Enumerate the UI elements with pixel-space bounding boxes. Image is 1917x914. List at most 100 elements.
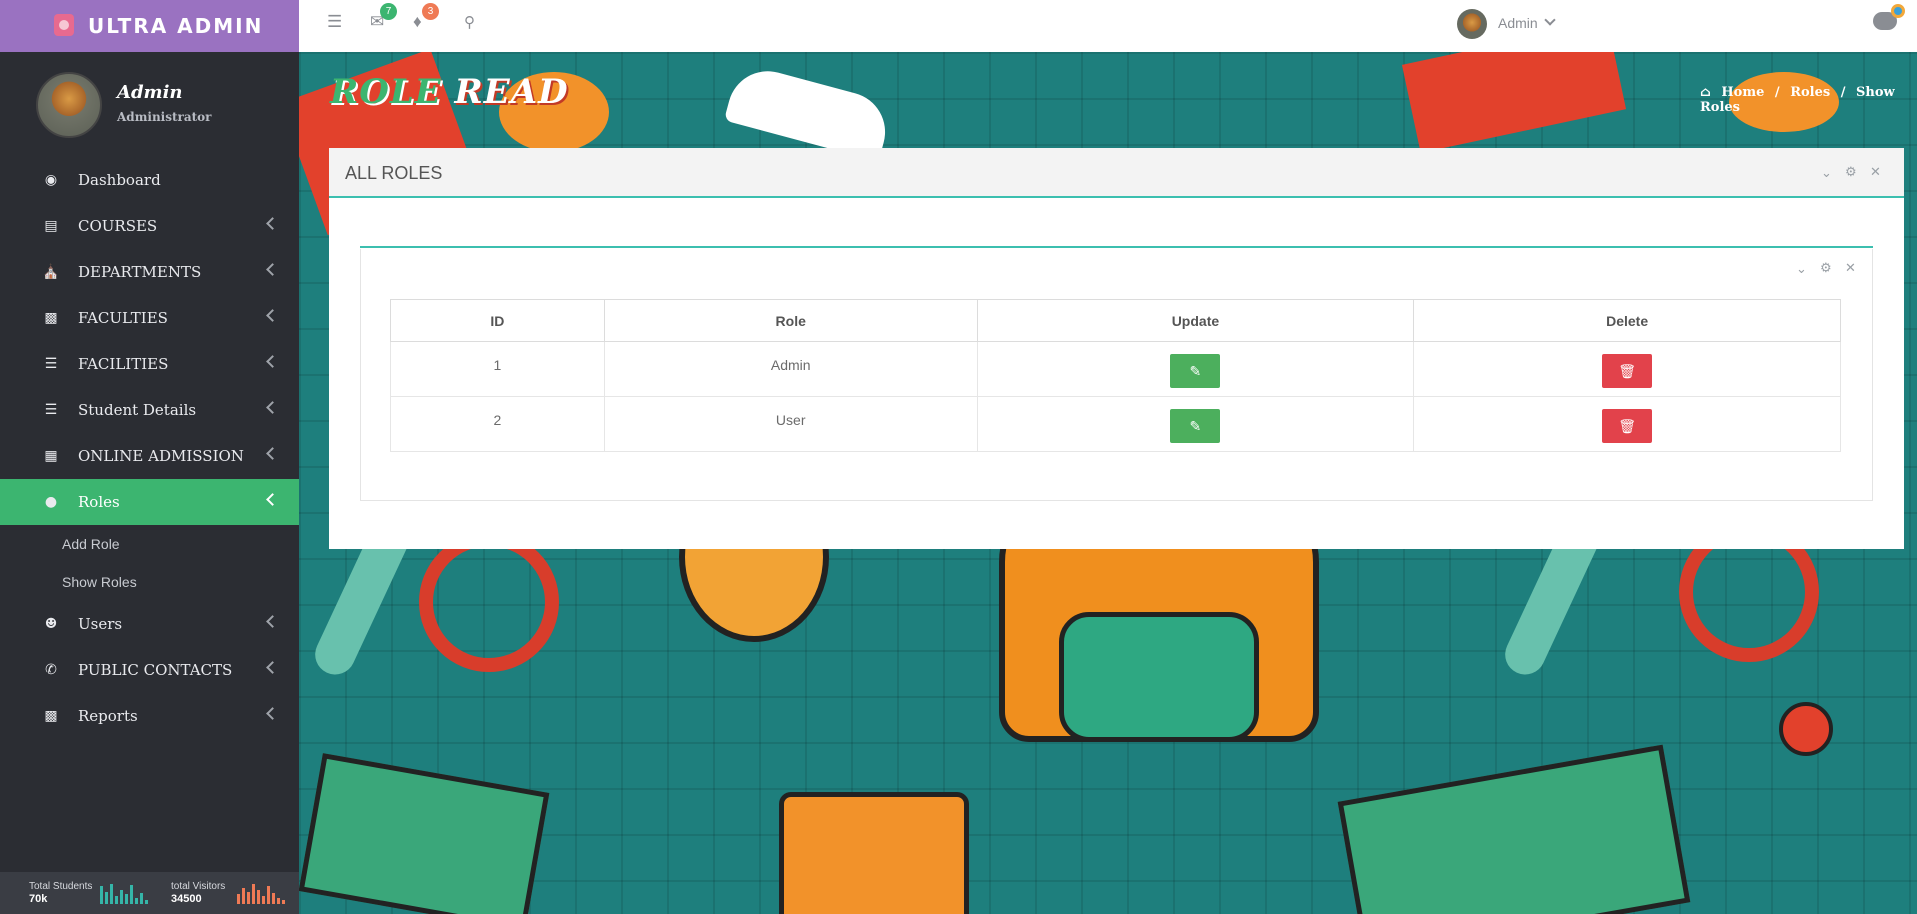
sidebar-item-dashboard[interactable]: ◉ Dashboard (0, 157, 299, 203)
column-header-delete[interactable]: Delete (1413, 299, 1841, 342)
chat-status-icon (1891, 4, 1905, 18)
all-roles-panel: ALL ROLES ⌄ ⚙ ✕ ⌄ ⚙ ✕ ID Role Update Del… (329, 148, 1904, 549)
submenu-item-show-roles[interactable]: Show Roles (0, 563, 299, 601)
delete-button[interactable]: 🗑 (1602, 354, 1653, 388)
sidebar: ULTRA ADMIN Admin Administrator ◉ Dashbo… (0, 0, 299, 914)
hamburger-menu-icon[interactable]: ☰ (327, 12, 342, 32)
cell-update: ✎ (976, 396, 1415, 452)
breadcrumb-home[interactable]: Home (1721, 85, 1764, 100)
logo-icon (54, 14, 74, 36)
decor-scissors-left (419, 532, 559, 672)
cell-delete: 🗑 (1413, 341, 1841, 397)
cell-role: Admin (603, 341, 978, 397)
sidebar-item-label: Roles (78, 493, 120, 511)
decor-red-book (1401, 52, 1627, 153)
gear-icon[interactable]: ⚙ (1820, 260, 1832, 276)
pencil-icon: ✎ (1189, 363, 1202, 379)
sidebar-item-public-contacts[interactable]: ✆ PUBLIC CONTACTS (0, 647, 299, 693)
user-avatar[interactable] (1457, 9, 1487, 39)
bank-icon: ⛪ (42, 264, 60, 280)
home-icon: ⌂ (1700, 85, 1711, 100)
breadcrumb: ⌂ Home / Roles / Show Roles (1700, 85, 1917, 115)
stat-total-visitors: total Visitors 34500 (171, 880, 225, 906)
chevron-down-icon[interactable] (1544, 14, 1556, 26)
table-row: 2 User ✎ 🗑 (390, 396, 1841, 452)
roles-submenu: Add Role Show Roles (0, 525, 299, 601)
students-sparkline (100, 882, 148, 904)
decor-green-book-right (1337, 744, 1691, 914)
stat-label: total Visitors (171, 881, 226, 892)
pencil-icon: ✎ (1189, 418, 1202, 434)
inner-panel-divider (360, 246, 1873, 248)
top-bar: ☰ ✉ 7 ♦ 3 ⚲ Admin (299, 0, 1917, 52)
sidebar-item-label: Dashboard (78, 171, 161, 189)
decor-feather (723, 62, 895, 162)
update-button[interactable]: ✎ (1170, 354, 1221, 388)
sidebar-item-label: Users (78, 615, 123, 633)
trash-icon: 🗑 (1618, 363, 1637, 379)
phone-icon: ✆ (45, 662, 57, 678)
cell-id: 1 (390, 341, 605, 397)
trash-icon: 🗑 (1618, 418, 1637, 434)
column-header-role[interactable]: Role (603, 299, 978, 342)
sidebar-item-faculties[interactable]: ▩ FACULTIES (0, 295, 299, 341)
book-icon: ▤ (44, 218, 58, 234)
user-menu-name[interactable]: Admin (1498, 15, 1538, 31)
sidebar-item-label: FACULTIES (78, 309, 168, 327)
search-icon[interactable]: ⚲ (464, 13, 475, 31)
chevron-left-icon (266, 263, 279, 276)
cell-delete: 🗑 (1413, 396, 1841, 452)
sidebar-item-facilities[interactable]: ☰ FACILITIES (0, 341, 299, 387)
column-header-id[interactable]: ID (390, 299, 605, 342)
decor-trophy (779, 792, 969, 914)
chevron-left-icon (266, 447, 279, 460)
visitors-sparkline (237, 882, 285, 904)
submenu-item-add-role[interactable]: Add Role (0, 525, 299, 563)
delete-button[interactable]: 🗑 (1602, 409, 1653, 443)
column-header-update[interactable]: Update (976, 299, 1415, 342)
sidebar-item-users[interactable]: ☻ Users (0, 601, 299, 647)
panel-header: ALL ROLES ⌄ ⚙ ✕ (329, 148, 1904, 198)
update-button[interactable]: ✎ (1170, 409, 1221, 443)
decor-green-book-left (299, 753, 550, 914)
palette-icon: ◉ (44, 172, 58, 188)
list-check-icon: ☰ (44, 356, 58, 372)
app-logo[interactable]: ULTRA ADMIN (0, 0, 299, 52)
chevron-left-icon (266, 493, 279, 506)
table-row: 1 Admin ✎ 🗑 (390, 341, 1841, 397)
collapse-icon[interactable]: ⌄ (1821, 165, 1832, 181)
sidebar-item-online-admission[interactable]: ▦ ONLINE ADMISSION (0, 433, 299, 479)
chevron-left-icon (266, 309, 279, 322)
sidebar-item-departments[interactable]: ⛪ DEPARTMENTS (0, 249, 299, 295)
bell-icon[interactable]: ♦ (413, 12, 422, 32)
panel-title: ALL ROLES (345, 163, 443, 183)
chevron-left-icon (266, 217, 279, 230)
collapse-icon[interactable]: ⌄ (1796, 261, 1807, 277)
chevron-left-icon (266, 707, 279, 720)
stats-footer: Total Students 70k total Visitors 34500 (0, 872, 299, 914)
sidebar-item-label: Reports (78, 707, 138, 725)
page-title-part2: READ (454, 72, 569, 112)
gear-icon[interactable]: ⚙ (1845, 164, 1857, 180)
close-icon[interactable]: ✕ (1845, 260, 1856, 276)
sidebar-item-label: FACILITIES (78, 355, 169, 373)
list-check-icon: ☰ (44, 402, 58, 418)
close-icon[interactable]: ✕ (1870, 164, 1881, 180)
sidebar-item-student-details[interactable]: ☰ Student Details (0, 387, 299, 433)
sidebar-item-roles[interactable]: ● Roles (0, 479, 299, 525)
sidebar-item-label: ONLINE ADMISSION (78, 447, 244, 465)
sidebar-item-label: Student Details (78, 401, 197, 419)
chevron-left-icon (266, 615, 279, 628)
sidebar-item-reports[interactable]: ▩ Reports (0, 693, 299, 739)
chevron-left-icon (266, 355, 279, 368)
messages-badge: 7 (380, 3, 397, 20)
profile-avatar[interactable] (36, 72, 102, 138)
page-title-part1: ROLE (330, 72, 442, 112)
roles-table: ID Role Update Delete 1 Admin ✎ 🗑 2 User… (390, 299, 1841, 452)
breadcrumb-roles[interactable]: Roles (1790, 85, 1830, 100)
sidebar-item-courses[interactable]: ▤ COURSES (0, 203, 299, 249)
stat-label: Total Students (29, 881, 93, 892)
sidebar-item-label: COURSES (78, 217, 158, 235)
notifications-badge: 3 (422, 3, 439, 20)
chevron-left-icon (266, 401, 279, 414)
